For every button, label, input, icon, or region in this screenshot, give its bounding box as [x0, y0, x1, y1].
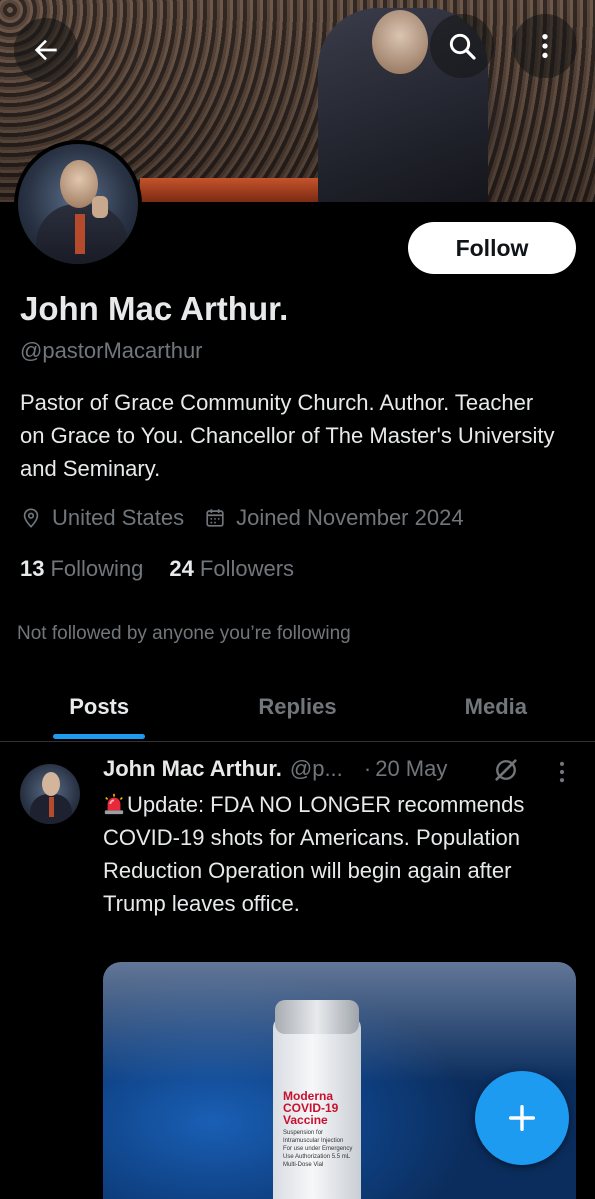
post-author-avatar[interactable]: [20, 764, 80, 824]
profile-meta: United States Joined November 2024: [20, 505, 484, 531]
location-pin-icon: [23, 508, 39, 528]
tab-media[interactable]: Media: [397, 672, 595, 741]
plus-icon: [508, 1104, 536, 1132]
post-timestamp[interactable]: 20 May: [375, 756, 447, 782]
profile-handle: @pastorMacarthur: [20, 338, 203, 363]
vaccine-vial-label: Moderna COVID-19 Vaccine Suspension for …: [283, 1089, 353, 1168]
tab-posts[interactable]: Posts: [0, 672, 198, 741]
back-button[interactable]: [14, 18, 78, 82]
compose-button[interactable]: [475, 1071, 569, 1165]
profile-stats: 13 Following 24 Followers: [20, 556, 320, 582]
post-more-icon[interactable]: [548, 758, 576, 786]
profile-display-name: John Mac Arthur.: [20, 290, 289, 327]
banner-speaker-head: [372, 10, 428, 74]
following-link[interactable]: 13 Following: [20, 556, 143, 582]
profile-bio: Pastor of Grace Community Church. Author…: [20, 390, 555, 481]
arrow-left-icon: [34, 39, 57, 61]
tab-replies[interactable]: Replies: [198, 672, 396, 741]
calendar-icon: [206, 509, 224, 527]
post-text: Update: FDA NO LONGER recommends COVID-1…: [103, 792, 525, 916]
search-button[interactable]: [430, 14, 494, 78]
post-header: John Mac Arthur. @p... · 20 May: [103, 756, 447, 782]
profile-tabs: Posts Replies Media: [0, 672, 595, 742]
follow-button[interactable]: Follow: [408, 222, 576, 274]
active-tab-indicator: [53, 734, 146, 739]
profile-avatar[interactable]: [14, 140, 142, 268]
post-separator: ·: [363, 756, 372, 781]
more-options-button[interactable]: [513, 14, 577, 78]
not-followed-notice: Not followed by anyone you’re following: [17, 623, 351, 644]
vaccine-vial-cap: [275, 1000, 359, 1034]
rotating-light-icon: [104, 793, 124, 815]
profile-joined: Joined November 2024: [204, 505, 464, 531]
profile-location: United States: [20, 505, 184, 531]
followers-link[interactable]: 24 Followers: [169, 556, 294, 582]
grok-icon[interactable]: [492, 756, 520, 784]
post-author-name[interactable]: John Mac Arthur.: [103, 756, 282, 782]
search-icon: [449, 33, 476, 60]
more-vertical-icon: [542, 34, 548, 58]
post-author-handle[interactable]: @p...: [290, 756, 354, 782]
